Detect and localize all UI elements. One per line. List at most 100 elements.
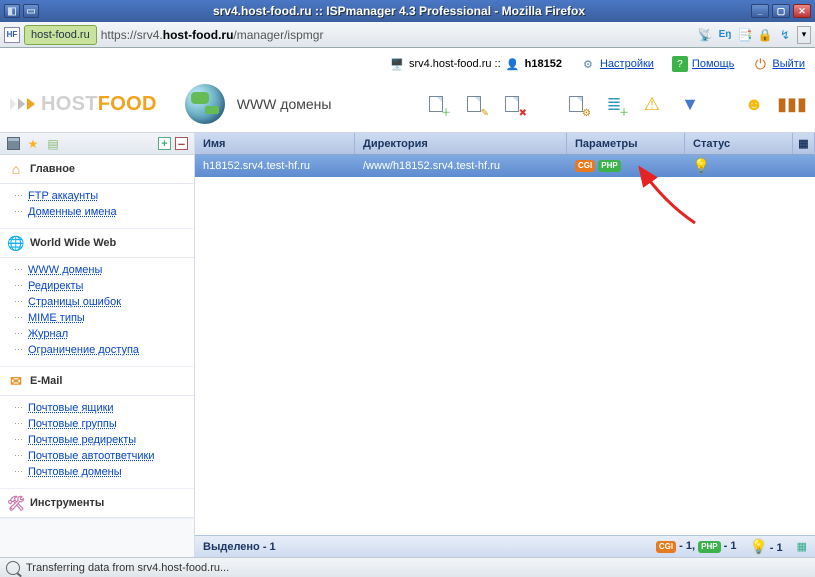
window-sys-icons: ◧ ▭ (4, 4, 39, 18)
sidebar-link-mime[interactable]: MIME типы (8, 310, 194, 326)
sidebar-section-tools: 🛠Инструменты (0, 489, 194, 519)
content-area: Имя Директория Параметры Статус ▦ h18152… (195, 133, 815, 557)
favicon: HF (4, 27, 20, 43)
url-scheme: https:// (101, 28, 137, 42)
server-user-info: 🖥️ srv4.host-food.ru :: 👤 h18152 (389, 56, 562, 72)
url-text[interactable]: https://srv4.host-food.ru/manager/ispmgr (101, 28, 693, 42)
url-host: host-food.ru (163, 28, 234, 42)
toolbar: ＋ ✎ ✖ ⚙ ≣＋ ⚠ ▼ ☻ ▮▮▮ (423, 91, 805, 117)
expand-all-icon[interactable]: + (158, 137, 171, 150)
sidebar-link-errorpages[interactable]: Страницы ошибок (8, 294, 194, 310)
maximize-button[interactable]: ▢ (772, 4, 790, 18)
list-icon[interactable] (6, 137, 20, 151)
sidebar-title-main[interactable]: ⌂Главное (0, 155, 194, 184)
logo-chevron-icon (10, 98, 37, 110)
edit-button[interactable]: ✎ (461, 91, 487, 117)
smiley-button[interactable]: ☻ (741, 91, 767, 117)
sidebar-title-www[interactable]: 🌐World Wide Web (0, 229, 194, 258)
sidebar-link-mailgroups[interactable]: Почтовые группы (8, 416, 194, 432)
sidebar-link-redirects[interactable]: Редиректы (8, 278, 194, 294)
tools-icon: 🛠 (8, 495, 24, 511)
sidebar-section-main: ⌂Главное FTP аккаунты Доменные имена (0, 155, 194, 229)
logout-link-group[interactable]: ⏻ Выйти (752, 56, 805, 72)
url-right-icons: 📡 Eŋ 📑 🔒 ↯ ▾ (697, 26, 811, 44)
user-icon: 👤 (505, 56, 521, 72)
sidebar-link-journal[interactable]: Журнал (8, 326, 194, 342)
settings-link[interactable]: Настройки (600, 58, 654, 70)
options-button[interactable]: ⚙ (563, 91, 589, 117)
warning-button[interactable]: ⚠ (639, 91, 665, 117)
logo-text-2: FOOD (98, 93, 157, 115)
help-icon: ? (672, 56, 688, 72)
sidebar-link-restrict[interactable]: Ограничение доступа (8, 342, 194, 358)
page-title: WWW домены (237, 96, 332, 112)
status-text: Transferring data from srv4.host-food.ru… (26, 562, 229, 574)
url-bar: HF host-food.ru https://srv4.host-food.r… (0, 22, 815, 48)
email-icon: ✉ (8, 373, 24, 389)
bulb-icon: 💡 (693, 158, 709, 173)
translate-icon[interactable]: Eŋ (717, 27, 733, 43)
filter-button[interactable]: ▼ (677, 91, 703, 117)
bookmark-icon[interactable]: 📑 (737, 27, 753, 43)
new-button[interactable]: ＋ (423, 91, 449, 117)
footer-export-icon[interactable]: ▦ (797, 540, 807, 553)
sidebar: ★ ▤ + – ⌂Главное FTP аккаунты Доменные и… (0, 133, 195, 557)
col-status[interactable]: Статус (685, 133, 793, 154)
table-header: Имя Директория Параметры Статус ▦ (195, 133, 815, 155)
col-params[interactable]: Параметры (567, 133, 685, 154)
logout-link[interactable]: Выйти (772, 58, 805, 70)
rss-icon[interactable]: 📡 (697, 27, 713, 43)
col-config-icon[interactable]: ▦ (793, 133, 815, 154)
col-dir[interactable]: Директория (355, 133, 567, 154)
delete-button[interactable]: ✖ (499, 91, 525, 117)
clipboard-icon[interactable]: ▤ (46, 137, 60, 151)
settings-link-group[interactable]: ⚙ Настройки (580, 56, 654, 72)
cell-name: h18152.srv4.test-hf.ru (195, 160, 355, 172)
sysmenu-icon-2[interactable]: ▭ (23, 4, 39, 18)
close-button[interactable]: ✕ (793, 4, 811, 18)
col-name[interactable]: Имя (195, 133, 355, 154)
window-titlebar: ◧ ▭ srv4.host-food.ru :: ISPmanager 4.3 … (0, 0, 815, 22)
power-icon: ⏻ (752, 56, 768, 72)
cell-dir: /www/h18152.srv4.test-hf.ru (355, 160, 567, 172)
cell-params: CGI PHP (567, 160, 685, 172)
site-identity-chip[interactable]: host-food.ru (24, 25, 97, 45)
refresh-icon[interactable]: ↯ (777, 27, 793, 43)
home-icon: ⌂ (8, 161, 24, 177)
sidebar-link-mailredirects[interactable]: Почтовые редиректы (8, 432, 194, 448)
selection-status: Выделено - 1 CGI - 1, PHP - 1 💡 - 1 ▦ (195, 535, 815, 557)
sidebar-title-tools[interactable]: 🛠Инструменты (0, 489, 194, 518)
sidebar-link-mailboxes[interactable]: Почтовые ящики (8, 400, 194, 416)
monitor-icon: 🖥️ (389, 56, 405, 72)
collapse-all-icon[interactable]: – (175, 137, 188, 150)
star-icon[interactable]: ★ (26, 137, 40, 151)
logo-text-1: HOST (41, 93, 98, 115)
browser-status-bar: Transferring data from srv4.host-food.ru… (0, 557, 815, 577)
footer-bulb: 💡 - 1 (751, 539, 783, 555)
help-link-group[interactable]: ? Помощь (672, 56, 735, 72)
sidebar-link-wwwdomains[interactable]: WWW домены (8, 262, 194, 278)
minimize-button[interactable]: _ (751, 4, 769, 18)
table-row[interactable]: h18152.srv4.test-hf.ru /www/h18152.srv4.… (195, 155, 815, 177)
sidebar-link-autoresponders[interactable]: Почтовые автоответчики (8, 448, 194, 464)
www-icon: 🌐 (8, 235, 24, 251)
bookshelf-button[interactable]: ▮▮▮ (779, 91, 805, 117)
footer-cgi: CGI - 1, PHP - 1 (656, 540, 737, 552)
url-sub: srv4. (137, 28, 163, 42)
selected-count-label: Выделено - 1 (203, 541, 276, 553)
window-title: srv4.host-food.ru :: ISPmanager 4.3 Prof… (47, 4, 751, 18)
dropdown-icon[interactable]: ▾ (797, 26, 811, 44)
sidebar-link-maildomains[interactable]: Почтовые домены (8, 464, 194, 480)
help-link[interactable]: Помощь (692, 58, 735, 70)
window-buttons: _ ▢ ✕ (751, 4, 811, 18)
sysmenu-icon[interactable]: ◧ (4, 4, 20, 18)
logo: HOSTFOOD (10, 93, 157, 116)
aliases-button[interactable]: ≣＋ (601, 91, 627, 117)
sidebar-link-ftp[interactable]: FTP аккаунты (8, 188, 194, 204)
sidebar-title-email[interactable]: ✉E-Mail (0, 367, 194, 396)
php-badge: PHP (598, 160, 620, 172)
cell-status: 💡 (685, 158, 815, 174)
sidebar-link-domains[interactable]: Доменные имена (8, 204, 194, 220)
server-name-label: srv4.host-food.ru :: (409, 58, 501, 70)
magnifier-icon[interactable] (6, 561, 20, 575)
